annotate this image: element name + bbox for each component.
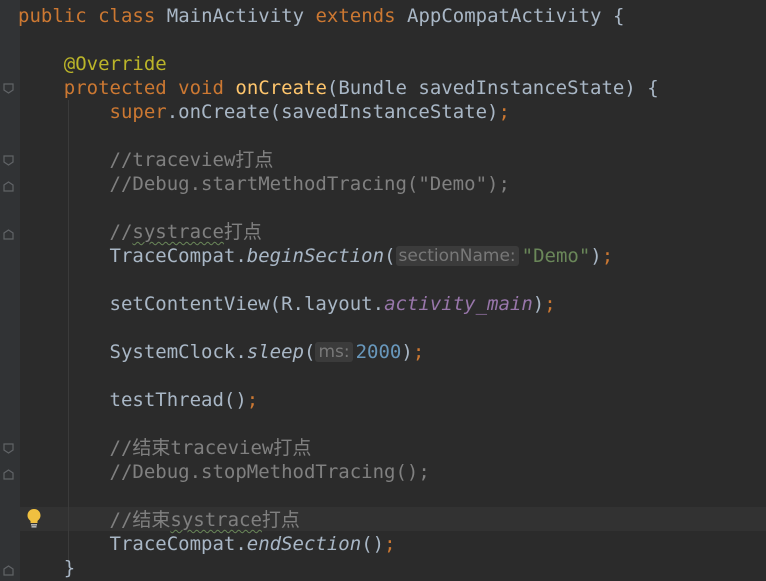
open-paren: ( (384, 245, 396, 267)
super-call: .onCreate(savedInstanceState) (166, 101, 499, 123)
code-line-20[interactable]: //Debug.stopMethodTracing(); (18, 460, 430, 484)
keyword-void: void (178, 77, 224, 99)
close-brace: } (63, 557, 76, 579)
method-sleep: sleep (246, 341, 304, 363)
parent-class: AppCompatActivity (407, 5, 602, 27)
code-line-4[interactable]: protected void onCreate(Bundle savedInst… (18, 76, 659, 100)
class-tracecompat: TraceCompat. (109, 533, 247, 555)
comment-stop-tracing: //Debug.stopMethodTracing(); (109, 461, 430, 483)
fold-marker-icon[interactable] (3, 229, 14, 240)
close-paren: ) (590, 245, 602, 267)
empty-call: () (361, 533, 385, 555)
code-line-19[interactable]: //结束traceview打点 (18, 436, 312, 460)
code-editor[interactable]: public class MainActivity extends AppCom… (0, 0, 766, 581)
code-line-10[interactable]: //systrace打点 (18, 220, 262, 244)
open-brace: { (612, 5, 625, 27)
code-line-7[interactable]: //traceview打点 (18, 148, 274, 172)
keyword-class: class (98, 5, 156, 27)
code-line-22[interactable]: //结束systrace打点 (18, 508, 300, 532)
param-hint-section-name: sectionName: (395, 246, 519, 266)
semicolon: ; (498, 101, 510, 123)
fold-marker-icon[interactable] (3, 565, 14, 576)
method-begin-section: beginSection (246, 245, 385, 267)
set-content-view-call: setContentView(R.layout. (109, 293, 385, 315)
open-paren: ( (304, 341, 316, 363)
keyword-protected: protected (63, 77, 167, 99)
code-line-11[interactable]: TraceCompat.beginSection(sectionName: "De… (18, 244, 614, 268)
semicolon: ; (544, 293, 556, 315)
typo-word: systrace (132, 221, 224, 243)
code-line-3[interactable]: @Override (18, 52, 167, 76)
comment-start-tracing: //Debug.startMethodTracing("Demo"); (109, 173, 510, 195)
test-thread-call: testThread() (109, 389, 247, 411)
keyword-extends: extends (315, 5, 396, 27)
open-brace: { (647, 77, 659, 99)
comment-systrace: //systrace打点 (109, 221, 262, 243)
code-line-8[interactable]: //Debug.startMethodTracing("Demo"); (18, 172, 510, 196)
comment-traceview: //traceview打点 (109, 149, 274, 171)
keyword-super: super (109, 101, 167, 123)
method-params: (Bundle savedInstanceState) (326, 77, 636, 99)
close-paren: ) (401, 341, 413, 363)
code-line-13[interactable]: setContentView(R.layout.activity_main); (18, 292, 556, 316)
code-line-17[interactable]: testThread(); (18, 388, 259, 412)
code-line-5[interactable]: super.onCreate(savedInstanceState); (18, 100, 510, 124)
keyword-public: public (18, 5, 87, 27)
comment-end-traceview: //结束traceview打点 (109, 437, 312, 459)
fold-marker-icon[interactable] (3, 83, 14, 94)
string-demo: "Demo" (521, 245, 591, 267)
method-name-oncreate: onCreate (235, 77, 327, 99)
class-name: MainActivity (166, 5, 305, 27)
semicolon: ; (384, 533, 396, 555)
code-line-23[interactable]: TraceCompat.endSection(); (18, 532, 396, 556)
class-systemclock: SystemClock. (109, 341, 247, 363)
fold-marker-icon[interactable] (3, 443, 14, 454)
field-activity-main: activity_main (384, 293, 533, 315)
fold-marker-icon[interactable] (3, 181, 14, 192)
code-line-1[interactable]: public class MainActivity extends AppCom… (18, 4, 624, 28)
comment-end-systrace: //结束systrace打点 (109, 509, 300, 531)
code-line-15[interactable]: SystemClock.sleep(ms: 2000); (18, 340, 425, 364)
code-line-24[interactable]: } (18, 556, 75, 580)
semicolon: ; (246, 389, 259, 411)
method-end-section: endSection (246, 533, 362, 555)
annotation-override: @Override (63, 53, 167, 75)
fold-marker-icon[interactable] (3, 155, 14, 166)
fold-marker-icon[interactable] (3, 469, 14, 480)
close-paren: ) (532, 293, 545, 315)
number-2000: 2000 (355, 341, 402, 363)
class-tracecompat: TraceCompat. (109, 245, 247, 267)
param-hint-ms: ms: (315, 342, 353, 362)
semicolon: ; (601, 245, 614, 267)
semicolon: ; (412, 341, 425, 363)
typo-word: systrace (170, 509, 262, 531)
